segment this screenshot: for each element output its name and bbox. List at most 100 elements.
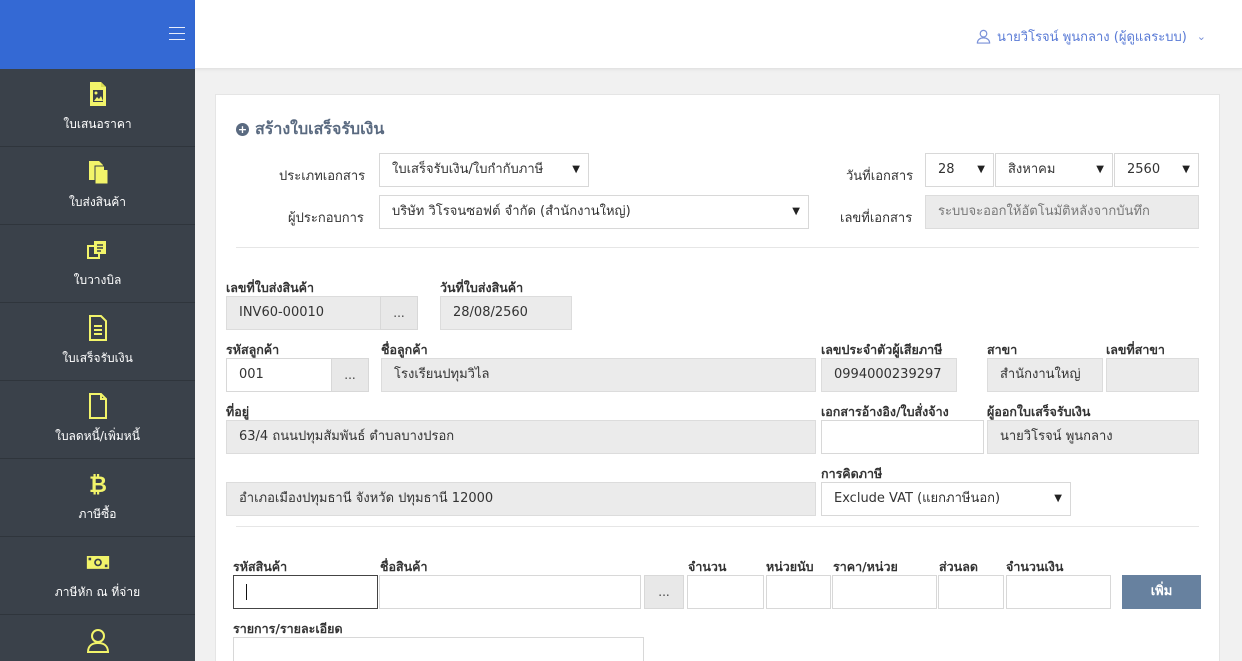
page-title: + สร้างใบเสร็จรับเงิน [236, 117, 384, 142]
doc-type-label: ประเภทเอกสาร [279, 169, 366, 184]
select-caret-icon: ▼ [1054, 493, 1062, 504]
invoice-date-label: วันที่ใบส่งสินค้า [440, 280, 524, 295]
customer-name-field[interactable]: โรงเรียนปทุมวิไล [381, 358, 816, 392]
divider [236, 526, 1199, 527]
sidebar-item-label: ใบส่งสินค้า [69, 195, 126, 209]
invoice-lookup-button[interactable]: ... [380, 296, 418, 330]
address-label: ที่อยู่ [226, 404, 250, 419]
detail-label: รายการ/รายละเอียด [233, 621, 343, 636]
doc-no-label: เลขที่เอกสาร [840, 211, 913, 226]
sidebar-item-label: ภาษีซื้อ [78, 507, 117, 521]
operator-label: ผู้ประกอบการ [288, 211, 364, 226]
user-name: นายวิโรจน์ พูนกลาง (ผู้ดูแลระบบ) [996, 30, 1187, 45]
sidebar-header [0, 0, 195, 69]
sidebar-item-purchase-tax[interactable]: ₿ ภาษีซื้อ [0, 459, 195, 537]
customer-code-label: รหัสลูกค้า [226, 342, 280, 357]
item-code-input[interactable] [233, 575, 378, 609]
top-bar: นายวิโรจน์ พูนกลาง (ผู้ดูแลระบบ) ⌄ [195, 0, 1242, 69]
unit-input[interactable] [766, 575, 831, 609]
image-file-icon [0, 81, 195, 111]
select-caret-icon: ▼ [1182, 164, 1190, 175]
add-item-button[interactable]: เพิ่ม [1122, 575, 1201, 609]
tax-calc-select[interactable]: Exclude VAT (แยกภาษีนอก) ▼ [821, 482, 1071, 516]
doc-year-select[interactable]: 2560 ▼ [1114, 153, 1199, 187]
select-caret-icon: ▼ [977, 164, 985, 175]
plus-circle-icon: + [236, 123, 249, 136]
customer-lookup-button[interactable]: ... [331, 358, 369, 392]
operator-select[interactable]: บริษัท วิโรจนซอฟต์ จำกัด (สำนักงานใหญ่) … [379, 195, 809, 229]
branch-no-label: เลขที่สาขา [1106, 342, 1165, 357]
qty-input[interactable] [687, 575, 764, 609]
invoice-no-field[interactable]: INV60-00010 [226, 296, 381, 330]
doc-type-value: ใบเสร็จรับเงิน/ใบกำกับภาษี [392, 162, 544, 177]
operator-value: บริษัท วิโรจนซอฟต์ จำกัด (สำนักงานใหญ่) [392, 204, 631, 219]
item-lookup-button[interactable]: ... [644, 575, 684, 609]
sidebar-item-withholding-tax[interactable]: ภาษีหัก ณ ที่จ่าย [0, 537, 195, 615]
money-bill-icon [0, 549, 195, 579]
hamburger-menu-icon[interactable] [169, 27, 185, 41]
doc-day-select[interactable]: 28 ▼ [925, 153, 994, 187]
sidebar-item-credit-debit-note[interactable]: ใบลดหนี้/เพิ่มหนี้ [0, 381, 195, 459]
doc-month-value: สิงหาคม [1008, 162, 1056, 177]
receipt-form-card: + สร้างใบเสร็จรับเงิน ประเภทเอกสาร ใบเสร… [215, 94, 1220, 661]
doc-no-field[interactable]: ระบบจะออกให้อัตโนมัติหลังจากบันทึก [925, 195, 1199, 229]
user-outline-icon [0, 627, 195, 657]
doc-day-value: 28 [938, 162, 955, 177]
select-caret-icon: ▼ [572, 164, 580, 175]
ref-doc-field[interactable] [821, 420, 984, 454]
page-title-text: สร้างใบเสร็จรับเงิน [255, 119, 385, 138]
sidebar-item-label: ใบเสร็จรับเงิน [62, 351, 133, 365]
sidebar-item-receipt[interactable]: ใบเสร็จรับเงิน [0, 303, 195, 381]
price-label: ราคา/หน่วย [833, 559, 898, 574]
item-name-label: ชื่อสินค้า [380, 559, 428, 574]
chevron-down-icon: ⌄ [1196, 30, 1206, 43]
clone-icon [0, 237, 195, 267]
customer-code-field[interactable]: 001 [226, 358, 332, 392]
sidebar-item-label: ใบวางบิล [73, 273, 122, 287]
ref-doc-label: เอกสารอ้างอิง/ใบสั่งจ้าง [821, 404, 949, 419]
tax-id-label: เลขประจำตัวผู้เสียภาษี [821, 342, 943, 357]
branch-label: สาขา [987, 342, 1018, 357]
sidebar-item-delivery[interactable]: ใบส่งสินค้า [0, 147, 195, 225]
doc-date-label: วันที่เอกสาร [846, 169, 914, 184]
amount-input[interactable] [1006, 575, 1111, 609]
sidebar-item-quotation[interactable]: ใบเสนอราคา [0, 69, 195, 147]
item-code-label: รหัสสินค้า [233, 559, 288, 574]
branch-field[interactable]: สำนักงานใหญ่ [987, 358, 1103, 392]
bitcoin-icon: ₿ [0, 471, 195, 501]
qty-label: จำนวน [688, 559, 727, 574]
blank-file-icon [0, 393, 195, 423]
doc-type-select[interactable]: ใบเสร็จรับเงิน/ใบกำกับภาษี ▼ [379, 153, 589, 187]
document-text-icon [0, 315, 195, 345]
sidebar-item-label: ใบเสนอราคา [63, 117, 132, 131]
text-cursor [246, 584, 247, 600]
address-line1-field[interactable]: 63/4 ถนนปทุมสัมพันธ์ ตำบลบางปรอก [226, 420, 816, 454]
sidebar: ใบเสนอราคา ใบส่งสินค้า ใบวางบิล ใบเสร็จร… [0, 0, 195, 661]
tax-id-field[interactable]: 0994000239297 [821, 358, 957, 392]
svg-text:₿: ₿ [89, 473, 107, 497]
detail-textarea[interactable] [233, 637, 644, 661]
address-line2-field[interactable]: อำเภอเมืองปทุมธานี จังหวัด ปทุมธานี 1200… [226, 482, 816, 516]
doc-year-value: 2560 [1127, 162, 1161, 177]
item-name-input[interactable] [379, 575, 641, 609]
divider [236, 247, 1199, 248]
tax-calc-label: การคิดภาษี [821, 466, 883, 481]
branch-no-field[interactable] [1106, 358, 1199, 392]
doc-month-select[interactable]: สิงหาคม ▼ [995, 153, 1113, 187]
price-input[interactable] [832, 575, 937, 609]
discount-input[interactable] [938, 575, 1004, 609]
invoice-no-label: เลขที่ใบส่งสินค้า [226, 280, 315, 295]
unit-label: หน่วยนับ [766, 559, 814, 574]
invoice-date-field[interactable]: 28/08/2560 [440, 296, 572, 330]
copy-files-icon [0, 159, 195, 189]
user-menu[interactable]: นายวิโรจน์ พูนกลาง (ผู้ดูแลระบบ) ⌄ [976, 26, 1206, 47]
discount-label: ส่วนลด [939, 559, 978, 574]
sidebar-item-billing[interactable]: ใบวางบิล [0, 225, 195, 303]
select-caret-icon: ▼ [792, 206, 800, 217]
user-icon [976, 29, 991, 44]
issuer-field[interactable]: นายวิโรจน์ พูนกลาง [987, 420, 1199, 454]
sidebar-item-label: ใบลดหนี้/เพิ่มหนี้ [55, 429, 140, 443]
sidebar-item-users[interactable] [0, 615, 195, 661]
select-caret-icon: ▼ [1096, 164, 1104, 175]
tax-calc-value: Exclude VAT (แยกภาษีนอก) [834, 491, 1001, 506]
